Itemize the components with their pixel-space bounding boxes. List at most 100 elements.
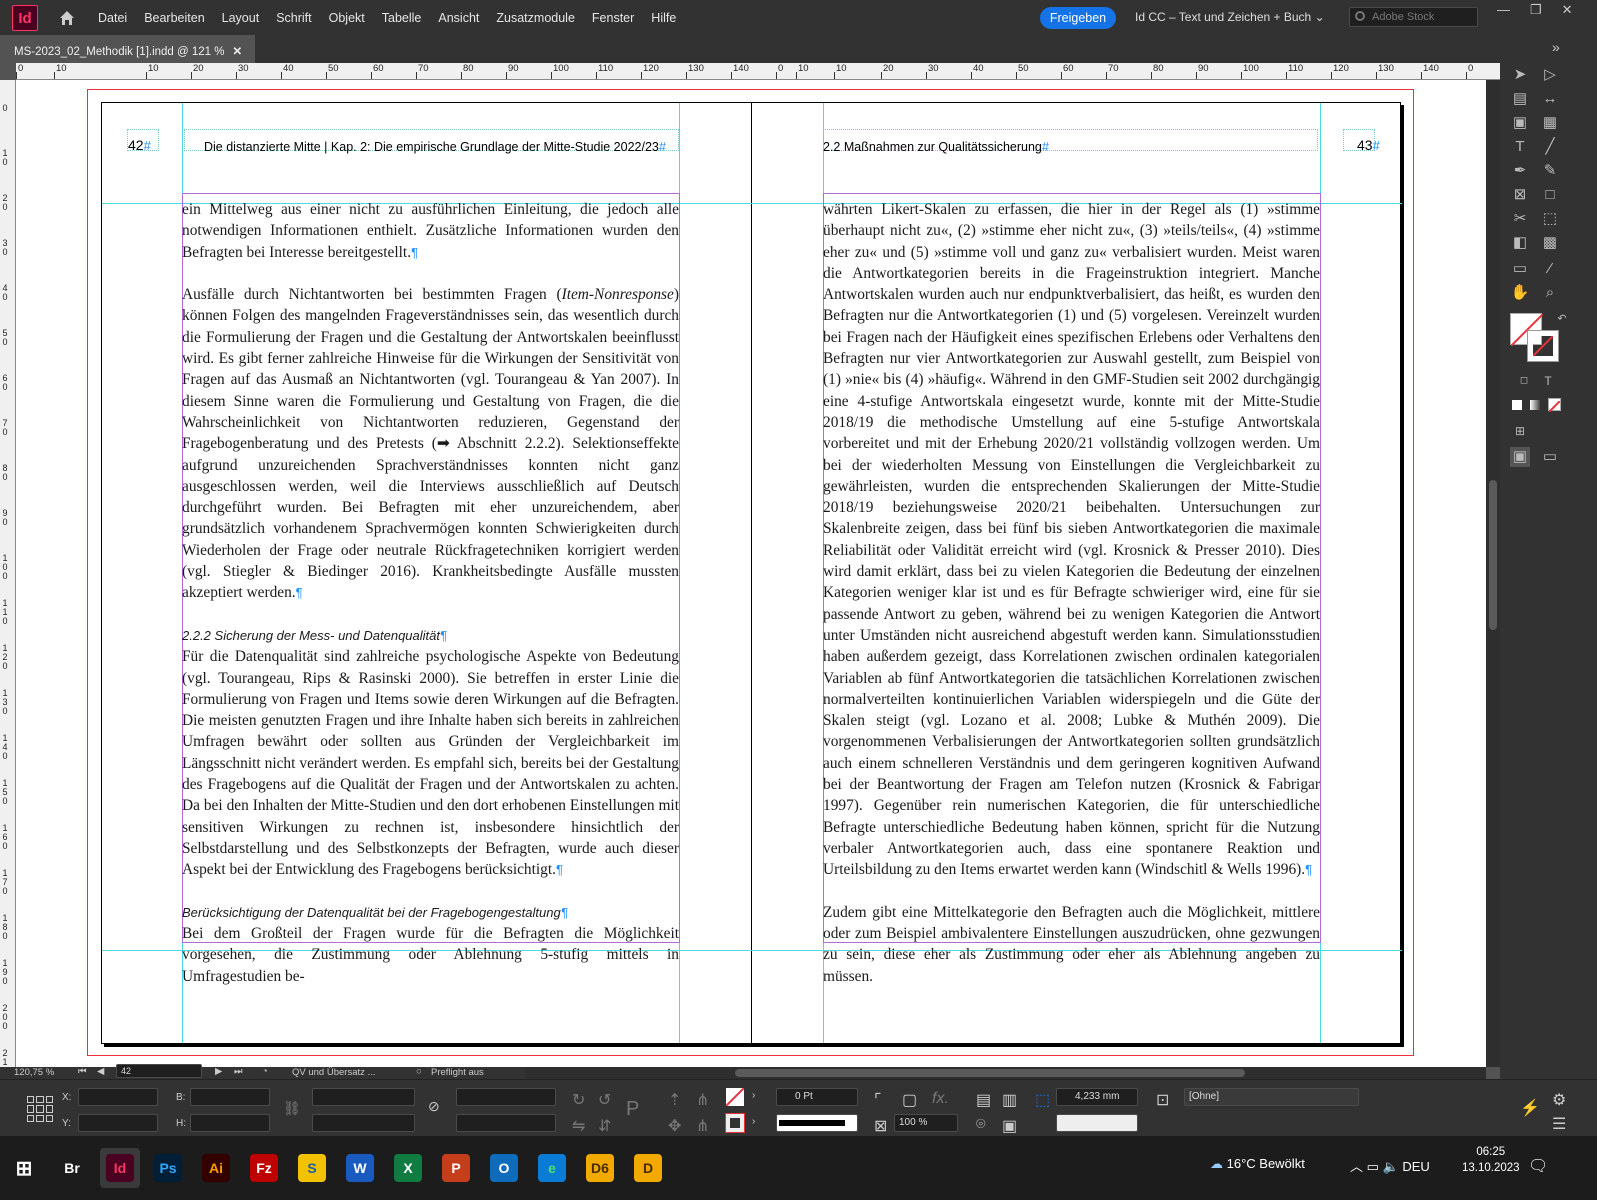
flip-vertical-icon[interactable]: ⇵ <box>598 1116 611 1136</box>
save-status-icon[interactable]: ◔ <box>262 1066 268 1077</box>
rectangle-frame-tool-icon[interactable]: ⊠ <box>1510 185 1530 205</box>
corner-options-icon[interactable]: ⌜ <box>874 1090 882 1110</box>
taskbar-app-12[interactable]: D <box>628 1148 668 1188</box>
close-tab-icon[interactable]: ✕ <box>233 46 243 58</box>
note-tool-icon[interactable]: ▭ <box>1510 259 1530 279</box>
rotate-ccw-icon[interactable]: ↺ <box>598 1090 611 1110</box>
rectangle-tool-icon[interactable]: □ <box>1540 185 1560 205</box>
width-field[interactable] <box>190 1088 270 1106</box>
select-content-icon[interactable]: ✥ <box>668 1116 681 1136</box>
color-field[interactable] <box>1056 1114 1138 1132</box>
stroke-swatch[interactable] <box>1527 330 1559 362</box>
scissors-tool-icon[interactable]: ✂ <box>1510 209 1530 229</box>
hand-tool-icon[interactable]: ✋ <box>1510 283 1530 303</box>
next-page-icon[interactable]: ▶ <box>215 1066 222 1077</box>
text-frame-options-icon[interactable]: ▥ <box>1002 1090 1017 1110</box>
fill-color-swatch[interactable] <box>725 1087 745 1107</box>
stroke-color-swatch[interactable] <box>725 1113 745 1133</box>
flip-horizontal-icon[interactable]: ⇋ <box>572 1116 585 1136</box>
select-next-icon[interactable]: ⋔ <box>696 1116 709 1136</box>
rotate-cw-icon[interactable]: ↻ <box>572 1090 585 1110</box>
height-field[interactable] <box>190 1114 270 1132</box>
taskbar-app-3[interactable]: Ai <box>196 1148 236 1188</box>
formatting-text-icon[interactable]: T <box>1538 371 1558 391</box>
taskbar-app-9[interactable]: O <box>484 1148 524 1188</box>
apply-gradient-icon[interactable] <box>1530 400 1540 410</box>
link-icon[interactable]: ⊘ <box>428 1098 440 1115</box>
select-previous-icon[interactable]: ⋔ <box>696 1090 709 1110</box>
menu-item-2[interactable]: Layout <box>222 11 260 25</box>
text-wrap-icon[interactable]: ▤ <box>976 1090 991 1110</box>
taskbar-app-11[interactable]: D6 <box>580 1148 620 1188</box>
page-tool-icon[interactable]: ▤ <box>1510 89 1530 109</box>
taskbar-app-10[interactable]: e <box>532 1148 572 1188</box>
first-page-icon[interactable]: ⏮ <box>78 1066 87 1077</box>
network-icon[interactable]: ▭ <box>1367 1159 1379 1174</box>
zoom-tool-icon[interactable]: ⌕ <box>1540 283 1560 303</box>
direct-selection-tool-icon[interactable]: ▷ <box>1540 65 1560 85</box>
apply-none-icon[interactable] <box>1548 398 1561 413</box>
notification-icon[interactable]: 🗨 <box>1528 1156 1548 1176</box>
share-button[interactable]: Freigeben <box>1040 7 1116 29</box>
auto-fit-icon[interactable]: ⬚ <box>1035 1090 1050 1110</box>
fit-frame-icon[interactable]: ⌾ <box>976 1116 986 1134</box>
left-text-frame[interactable]: ein Mittelweg aus einer nicht zu ausführ… <box>182 199 679 987</box>
apply-color-icon[interactable] <box>1512 400 1522 410</box>
menu-item-4[interactable]: Objekt <box>329 11 365 25</box>
horizontal-scrollbar[interactable] <box>525 1067 1486 1079</box>
reference-point-icon[interactable] <box>27 1096 53 1122</box>
menu-item-0[interactable]: Datei <box>98 11 127 25</box>
taskbar-app-5[interactable]: S <box>292 1148 332 1188</box>
menu-item-1[interactable]: Bearbeiten <box>144 11 204 25</box>
panel-collapse-icon[interactable]: » <box>1552 39 1560 55</box>
language-indicator[interactable]: DEU <box>1402 1159 1429 1174</box>
clock[interactable]: 06:25 13.10.2023 <box>1462 1144 1520 1176</box>
stroke-weight-field[interactable]: 0 Pt <box>776 1088 858 1106</box>
zoom-level[interactable]: 120,75 % <box>14 1067 54 1078</box>
taskbar-app-7[interactable]: X <box>388 1148 428 1188</box>
gap-tool-icon[interactable]: ↔ <box>1540 89 1560 109</box>
restore-icon[interactable]: ❐ <box>1530 2 1542 18</box>
taskbar-app-8[interactable]: P <box>436 1148 476 1188</box>
right-text-frame[interactable]: währten Likert-Skalen zu erfassen, die h… <box>823 199 1320 987</box>
gradient-swatch-tool-icon[interactable]: ◧ <box>1510 233 1530 253</box>
quick-apply-icon[interactable]: ⚡ <box>1520 1098 1540 1118</box>
object-style-dropdown[interactable]: [Ohne] <box>1184 1088 1359 1106</box>
menu-item-7[interactable]: Zusatzmodule <box>496 11 575 25</box>
scale-y-field[interactable] <box>312 1114 415 1132</box>
x-field[interactable] <box>78 1088 158 1106</box>
y-field[interactable] <box>78 1114 158 1132</box>
volume-icon[interactable]: 🔈 <box>1383 1159 1399 1174</box>
content-placer-icon[interactable]: ▦ <box>1540 113 1560 133</box>
scale-x-field[interactable] <box>312 1088 415 1106</box>
scrollbar-thumb[interactable] <box>1489 480 1497 630</box>
chevron-right-icon[interactable]: › <box>752 1116 755 1127</box>
document-tab[interactable]: MS-2023_02_Methodik [1].indd @ 121 % ✕ <box>0 35 255 63</box>
document-canvas[interactable]: 42# Die distanzierte Mitte | Kap. 2: Die… <box>16 80 1486 1067</box>
home-icon[interactable] <box>58 9 76 27</box>
swap-colors-icon[interactable]: ↶ <box>1552 309 1572 329</box>
previous-page-icon[interactable]: ◀ <box>97 1066 104 1077</box>
menu-item-8[interactable]: Fenster <box>592 11 634 25</box>
horizontal-ruler[interactable]: 0 10 10 20 30 40 50 60 70 80 90 100 110 120 130 140 0 10 1… <box>16 63 1516 80</box>
taskbar-app-4[interactable]: Fz <box>244 1148 284 1188</box>
vertical-ruler[interactable]: 0 10 20 30 40 50 60 70 80 90 100 110 120 130 140 150 160… <box>0 80 16 1067</box>
last-page-icon[interactable]: ⏭ <box>234 1066 243 1077</box>
chevron-up-icon[interactable]: ︿ <box>1350 1159 1363 1174</box>
select-container-icon[interactable]: ⇡ <box>668 1090 681 1110</box>
shear-field[interactable] <box>456 1114 556 1132</box>
preflight-status[interactable]: Preflight aus <box>431 1067 484 1078</box>
menu-item-5[interactable]: Tabelle <box>382 11 422 25</box>
shadow-icon[interactable]: ▢ <box>902 1090 917 1110</box>
menu-item-9[interactable]: Hilfe <box>651 11 676 25</box>
type-tool-icon[interactable]: T <box>1510 137 1530 157</box>
profile-selector[interactable]: QV und Übersatz ... <box>292 1067 375 1078</box>
effects-icon[interactable]: fx. <box>932 1090 949 1108</box>
taskbar-app-0[interactable]: Br <box>52 1148 92 1188</box>
taskbar-app-6[interactable]: W <box>340 1148 380 1188</box>
free-transform-tool-icon[interactable]: ⬚ <box>1540 209 1560 229</box>
pencil-tool-icon[interactable]: ✎ <box>1540 161 1560 181</box>
windows-start-icon[interactable]: ⊞ <box>4 1148 44 1188</box>
taskbar-app-2[interactable]: Ps <box>148 1148 188 1188</box>
grid-mode-icon[interactable]: ⊞ <box>1510 421 1530 441</box>
